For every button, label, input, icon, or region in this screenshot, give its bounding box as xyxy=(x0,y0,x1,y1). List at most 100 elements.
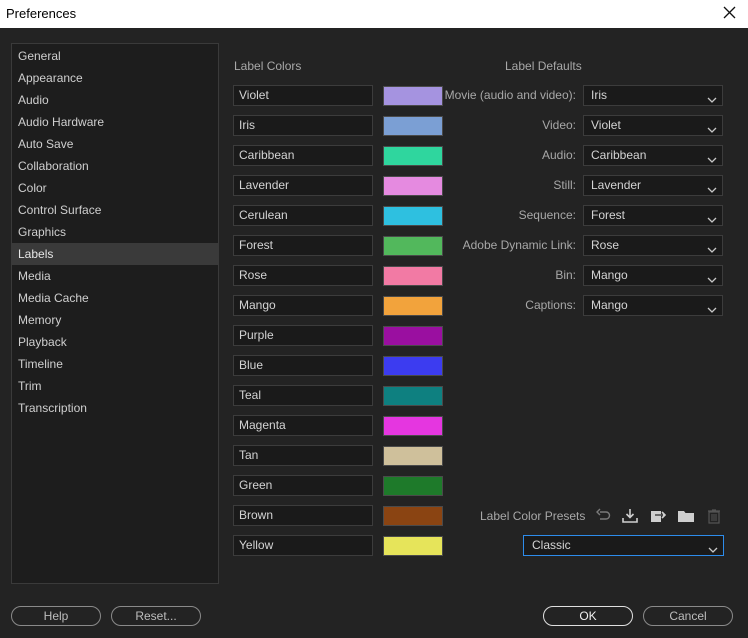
label-default-label: Video: xyxy=(542,118,576,132)
chevron-down-icon xyxy=(708,541,718,553)
label-defaults-title: Label Defaults xyxy=(505,59,582,73)
label-color-swatch[interactable] xyxy=(383,445,443,466)
select-value: Mango xyxy=(591,298,628,312)
preferences-sidebar: General Appearance Audio Audio Hardware Auto… xyxy=(11,43,219,584)
preset-select-value: Classic xyxy=(532,538,571,552)
sidebar-item-labels[interactable]: Labels xyxy=(12,243,218,265)
select-value: Caribbean xyxy=(591,148,647,162)
label-color-swatch[interactable] xyxy=(383,205,443,226)
sidebar-item-memory[interactable]: Memory xyxy=(12,309,218,331)
label-default-select[interactable]: Mango xyxy=(583,265,723,286)
select-value: Mango xyxy=(591,268,628,282)
sidebar-item-appearance[interactable]: Appearance xyxy=(12,67,218,89)
sidebar-item-control-surface[interactable]: Control Surface xyxy=(12,199,218,221)
label-default-select[interactable]: Forest xyxy=(583,205,723,226)
label-color-swatch[interactable] xyxy=(383,505,443,526)
label-color-swatch[interactable] xyxy=(383,145,443,166)
title-bar: Preferences xyxy=(0,0,748,28)
ok-button[interactable]: OK xyxy=(543,606,633,626)
label-color-swatch[interactable] xyxy=(383,115,443,136)
export-icon[interactable] xyxy=(649,507,667,525)
label-default-label: Bin: xyxy=(555,268,576,282)
label-default-label: Movie (audio and video): xyxy=(444,88,576,102)
label-color-swatch[interactable] xyxy=(383,475,443,496)
sidebar-item-audio-hardware[interactable]: Audio Hardware xyxy=(12,111,218,133)
chevron-down-icon xyxy=(707,181,717,193)
label-default-label: Still: xyxy=(553,178,576,192)
label-name-field[interactable]: Cerulean xyxy=(233,205,373,226)
sidebar-item-auto-save[interactable]: Auto Save xyxy=(12,133,218,155)
cancel-button[interactable]: Cancel xyxy=(643,606,733,626)
sidebar-item-collaboration[interactable]: Collaboration xyxy=(12,155,218,177)
label-color-swatch[interactable] xyxy=(383,235,443,256)
sidebar-item-media-cache[interactable]: Media Cache xyxy=(12,287,218,309)
label-name-field[interactable]: Tan xyxy=(233,445,373,466)
sidebar-item-trim[interactable]: Trim xyxy=(12,375,218,397)
label-name-field[interactable]: Blue xyxy=(233,355,373,376)
sidebar-item-playback[interactable]: Playback xyxy=(12,331,218,353)
label-name-field[interactable]: Brown xyxy=(233,505,373,526)
label-color-swatch[interactable] xyxy=(383,415,443,436)
label-default-label: Sequence: xyxy=(518,208,576,222)
label-colors-title: Label Colors xyxy=(234,59,302,73)
chevron-down-icon xyxy=(707,121,717,133)
help-button[interactable]: Help xyxy=(11,606,101,626)
label-default-select[interactable]: Iris xyxy=(583,85,723,106)
label-color-presets-label: Label Color Presets xyxy=(480,509,586,523)
label-default-label: Captions: xyxy=(525,298,576,312)
label-name-field[interactable]: Rose xyxy=(233,265,373,286)
select-value: Lavender xyxy=(591,178,642,192)
sidebar-item-audio[interactable]: Audio xyxy=(12,89,218,111)
label-name-field[interactable]: Magenta xyxy=(233,415,373,436)
label-color-swatch[interactable] xyxy=(383,385,443,406)
label-name-field[interactable]: Teal xyxy=(233,385,373,406)
label-color-swatch[interactable] xyxy=(383,85,443,106)
label-name-field[interactable]: Mango xyxy=(233,295,373,316)
label-name-field[interactable]: Forest xyxy=(233,235,373,256)
select-value: Iris xyxy=(591,88,607,102)
sidebar-item-transcription[interactable]: Transcription xyxy=(12,397,218,419)
label-color-swatch[interactable] xyxy=(383,265,443,286)
undo-icon[interactable] xyxy=(594,507,612,525)
sidebar-item-graphics[interactable]: Graphics xyxy=(12,221,218,243)
label-default-select[interactable]: Lavender xyxy=(583,175,723,196)
label-color-swatch[interactable] xyxy=(383,175,443,196)
select-value: Violet xyxy=(591,118,621,132)
chevron-down-icon xyxy=(707,301,717,313)
close-icon[interactable] xyxy=(720,2,740,24)
sidebar-item-color[interactable]: Color xyxy=(12,177,218,199)
label-name-field[interactable]: Lavender xyxy=(233,175,373,196)
select-value: Rose xyxy=(591,238,620,252)
label-color-swatch[interactable] xyxy=(383,355,443,376)
trash-icon[interactable] xyxy=(705,507,723,525)
label-name-field[interactable]: Yellow xyxy=(233,535,373,556)
chevron-down-icon xyxy=(707,241,717,253)
reset-button[interactable]: Reset... xyxy=(111,606,201,626)
sidebar-item-media[interactable]: Media xyxy=(12,265,218,287)
label-default-select[interactable]: Violet xyxy=(583,115,723,136)
label-color-swatch[interactable] xyxy=(383,295,443,316)
sidebar-item-timeline[interactable]: Timeline xyxy=(12,353,218,375)
label-name-field[interactable]: Green xyxy=(233,475,373,496)
label-default-label: Audio: xyxy=(541,148,576,162)
sidebar-item-general[interactable]: General xyxy=(12,45,218,67)
label-name-field[interactable]: Iris xyxy=(233,115,373,136)
label-color-swatch[interactable] xyxy=(383,535,443,556)
folder-icon[interactable] xyxy=(677,507,695,525)
label-name-field[interactable]: Violet xyxy=(233,85,373,106)
chevron-down-icon xyxy=(707,151,717,163)
select-value: Forest xyxy=(591,208,626,222)
chevron-down-icon xyxy=(707,91,717,103)
label-default-label: Adobe Dynamic Link: xyxy=(462,238,576,252)
label-name-field[interactable]: Caribbean xyxy=(233,145,373,166)
chevron-down-icon xyxy=(707,211,717,223)
label-name-field[interactable]: Purple xyxy=(233,325,373,346)
import-icon[interactable] xyxy=(621,507,639,525)
label-color-swatch[interactable] xyxy=(383,325,443,346)
chevron-down-icon xyxy=(707,271,717,283)
label-default-select[interactable]: Mango xyxy=(583,295,723,316)
label-default-select[interactable]: Rose xyxy=(583,235,723,256)
label-color-presets-select[interactable]: Classic xyxy=(523,535,724,556)
label-default-select[interactable]: Caribbean xyxy=(583,145,723,166)
window-title: Preferences xyxy=(6,6,77,21)
